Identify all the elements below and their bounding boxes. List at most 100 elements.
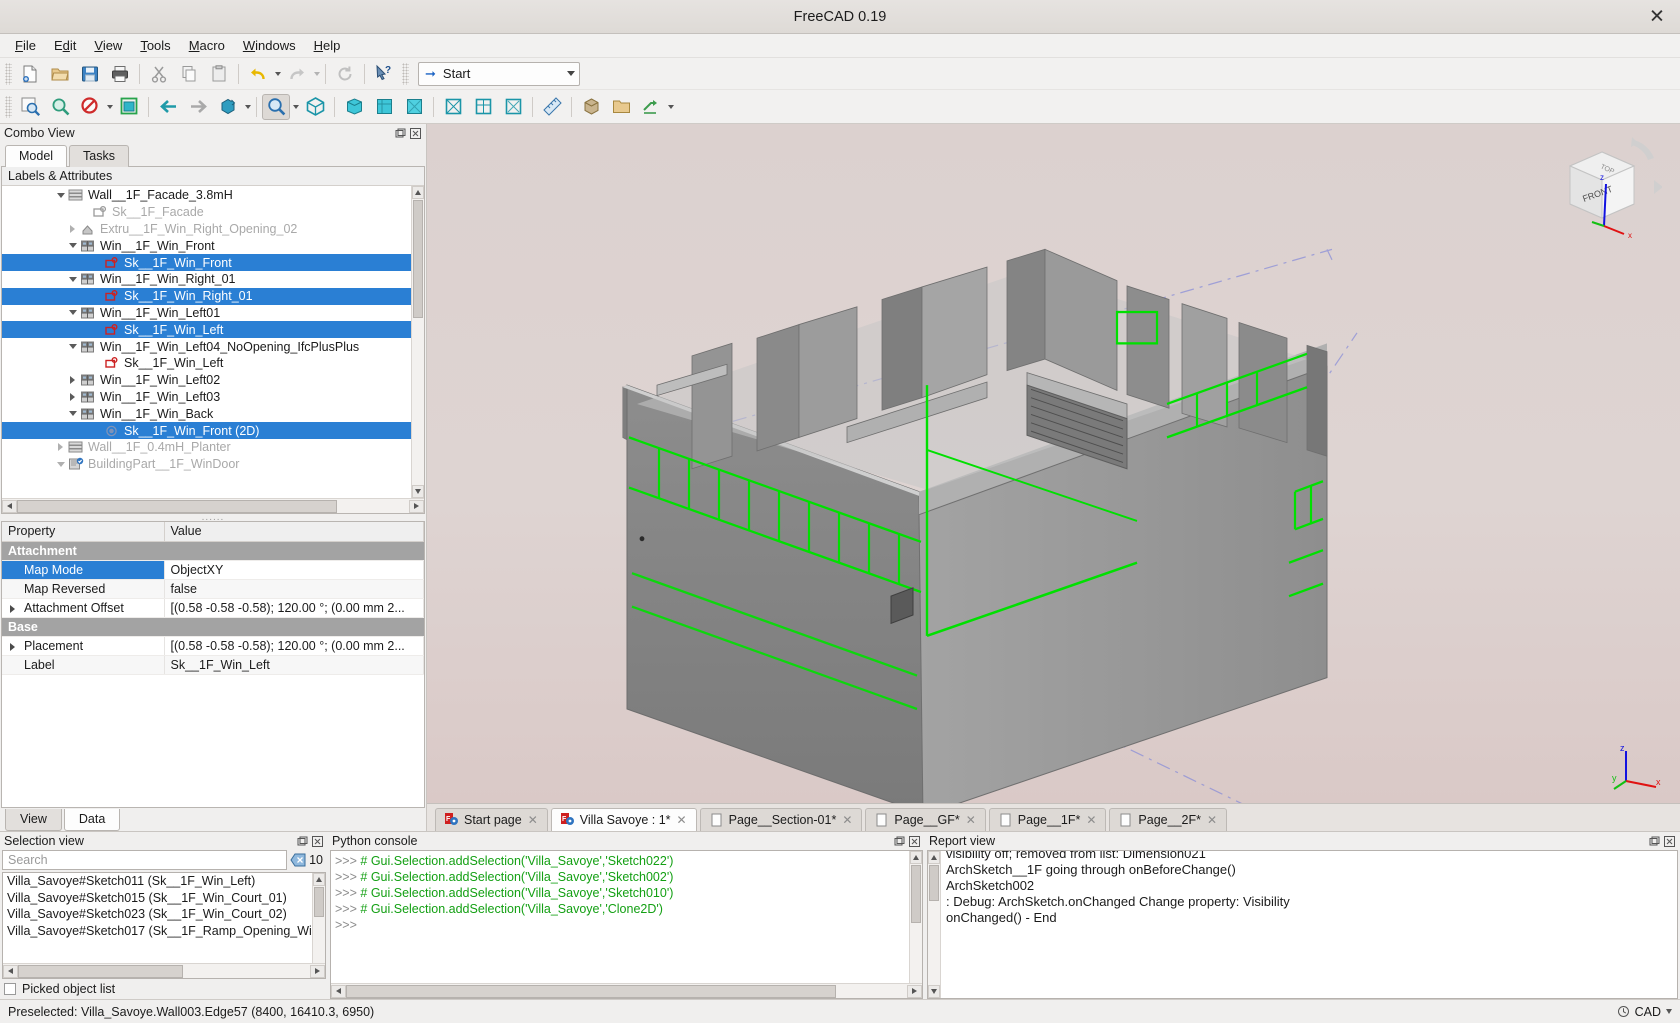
forward-arrow-icon[interactable] bbox=[184, 94, 212, 120]
tree-item[interactable]: Sk__1F_Win_Left bbox=[2, 355, 424, 372]
left-view-icon[interactable] bbox=[499, 94, 527, 120]
tree-item[interactable]: Win__1F_Win_Left04_NoOpening_IfcPlusPlus bbox=[2, 338, 424, 355]
document-tab[interactable]: Page__1F* ✕ bbox=[988, 808, 1107, 831]
tree-item[interactable]: Sk__1F_Facade bbox=[2, 204, 424, 221]
top-view-icon[interactable] bbox=[370, 94, 398, 120]
property-row[interactable]: Map Mode ObjectXY bbox=[2, 560, 424, 580]
tree-vertical-scrollbar[interactable] bbox=[411, 186, 424, 498]
measure-icon[interactable] bbox=[538, 94, 566, 120]
redo-dropdown-caret[interactable] bbox=[312, 61, 321, 87]
close-tab-icon[interactable]: ✕ bbox=[1086, 813, 1096, 827]
document-tab[interactable]: F Start page ✕ bbox=[435, 808, 548, 831]
property-expand-icon[interactable] bbox=[10, 642, 15, 651]
tree-horizontal-scrollbar[interactable] bbox=[2, 498, 424, 513]
tree-twisty-down-icon[interactable] bbox=[66, 411, 79, 416]
python-scroll-right-icon[interactable] bbox=[907, 984, 922, 998]
tree-item[interactable]: Sk__1F_Win_Front (2D) bbox=[2, 422, 424, 439]
selection-search-input[interactable]: Search bbox=[2, 850, 288, 870]
tree-twisty-down-icon[interactable] bbox=[66, 277, 79, 282]
tree-item[interactable]: Wall__1F_Facade_3.8mH bbox=[2, 187, 424, 204]
close-tab-icon[interactable]: ✕ bbox=[1207, 813, 1217, 827]
property-value-cell[interactable]: [(0.58 -0.58 -0.58); 120.00 °; (0.00 mm … bbox=[164, 598, 424, 618]
python-scroll-up-icon[interactable] bbox=[910, 851, 922, 864]
3d-canvas[interactable]: FRONT TOP z x z x y bbox=[427, 124, 1680, 803]
save-document-icon[interactable] bbox=[76, 61, 104, 87]
property-row[interactable]: Attachment Offset [(0.58 -0.58 -0.58); 12… bbox=[2, 598, 424, 618]
close-tab-icon[interactable]: ✕ bbox=[677, 813, 687, 827]
tab-tasks[interactable]: Tasks bbox=[69, 145, 129, 167]
picked-object-list-row[interactable]: Picked object list bbox=[0, 979, 328, 999]
selection-list-item[interactable]: Villa_Savoye#Sketch017 (Sk__1F_Ramp_Open… bbox=[3, 924, 325, 941]
selection-scroll-left-icon[interactable] bbox=[3, 964, 18, 978]
property-row[interactable]: Map Reversed false bbox=[2, 579, 424, 599]
report-vertical-scrollbar[interactable] bbox=[928, 851, 941, 998]
tree-scroll-up-icon[interactable] bbox=[412, 186, 424, 199]
menu-file[interactable]: File bbox=[6, 36, 45, 55]
zoom-box-caret[interactable] bbox=[291, 94, 300, 120]
tab-view[interactable]: View bbox=[5, 809, 62, 831]
tree-twisty-right-icon[interactable] bbox=[66, 393, 79, 401]
tree-item[interactable]: Win__1F_Win_Left03 bbox=[2, 389, 424, 406]
tree-item[interactable]: Extru__1F_Win_Right_Opening_02 bbox=[2, 221, 424, 238]
tree-twisty-right-icon[interactable] bbox=[54, 443, 67, 451]
float-panel-icon[interactable] bbox=[394, 127, 407, 140]
python-console-output[interactable]: >>> # Gui.Selection.addSelection('Villa_… bbox=[330, 850, 923, 999]
workbench-selector[interactable]: ➞ Start bbox=[418, 61, 580, 86]
property-row[interactable]: Placement [(0.58 -0.58 -0.58); 120.00 °; … bbox=[2, 636, 424, 656]
undo-icon[interactable] bbox=[244, 61, 272, 87]
close-tab-icon[interactable]: ✕ bbox=[842, 813, 852, 827]
python-scroll-left-icon[interactable] bbox=[331, 984, 346, 998]
menu-view[interactable]: View bbox=[85, 36, 131, 55]
tree-twisty-right-icon[interactable] bbox=[66, 376, 79, 384]
navigation-cube[interactable]: FRONT TOP z x bbox=[1542, 134, 1663, 249]
front-view-icon[interactable] bbox=[340, 94, 368, 120]
open-document-icon[interactable] bbox=[46, 61, 74, 87]
tree-item[interactable]: Win__1F_Win_Back bbox=[2, 405, 424, 422]
tree-scroll-left-icon[interactable] bbox=[2, 499, 17, 513]
paste-icon[interactable] bbox=[205, 61, 233, 87]
python-horizontal-scrollbar[interactable] bbox=[331, 983, 922, 998]
selection-view-float-icon[interactable] bbox=[296, 835, 309, 848]
isometric-caret[interactable] bbox=[243, 94, 252, 120]
document-tab[interactable]: Page__GF* ✕ bbox=[865, 808, 986, 831]
tree-item[interactable]: Win__1F_Win_Left02 bbox=[2, 372, 424, 389]
selection-view-close-icon[interactable] bbox=[311, 835, 324, 848]
rear-view-icon[interactable] bbox=[439, 94, 467, 120]
isometric-view-icon[interactable] bbox=[214, 94, 242, 120]
tree-item[interactable]: Sk__1F_Win_Right_01 bbox=[2, 287, 424, 305]
tree-item[interactable]: Win__1F_Win_Left01 bbox=[2, 305, 424, 322]
menu-tools[interactable]: Tools bbox=[131, 36, 179, 55]
view-toolbar-grip[interactable] bbox=[5, 95, 12, 118]
dock-splitter[interactable] bbox=[0, 514, 426, 521]
tree-item[interactable]: Win__1F_Win_Front bbox=[2, 237, 424, 254]
selection-list-item[interactable]: Villa_Savoye#Sketch011 (Sk__1F_Win_Left) bbox=[3, 874, 325, 891]
tab-data[interactable]: Data bbox=[63, 809, 121, 831]
link-caret[interactable] bbox=[666, 94, 675, 120]
new-document-icon[interactable] bbox=[16, 61, 44, 87]
python-console-float-icon[interactable] bbox=[893, 835, 906, 848]
property-row[interactable]: Label Sk__1F_Win_Left bbox=[2, 655, 424, 675]
selection-list[interactable]: Villa_Savoye#Sketch011 (Sk__1F_Win_Left)… bbox=[2, 872, 326, 979]
report-scroll-up-icon[interactable] bbox=[928, 851, 940, 864]
print-icon[interactable] bbox=[106, 61, 134, 87]
zoom-box-icon[interactable] bbox=[262, 93, 290, 120]
folder-group-icon[interactable] bbox=[607, 94, 635, 120]
clear-search-icon[interactable] bbox=[289, 851, 306, 869]
whats-this-icon[interactable]: ? bbox=[370, 61, 398, 87]
selection-scroll-right-icon[interactable] bbox=[310, 964, 325, 978]
document-tab[interactable]: F Villa Savoye : 1* ✕ bbox=[550, 808, 697, 831]
draw-style-caret[interactable] bbox=[105, 94, 114, 120]
report-scroll-down-icon[interactable] bbox=[928, 985, 940, 998]
property-expand-icon[interactable] bbox=[10, 604, 15, 613]
python-console-close-icon[interactable] bbox=[908, 835, 921, 848]
menu-help[interactable]: Help bbox=[305, 36, 350, 55]
tree-item[interactable]: Wall__1F_0.4mH_Planter bbox=[2, 439, 424, 456]
right-view-icon[interactable] bbox=[400, 94, 428, 120]
property-value-cell[interactable]: [(0.58 -0.58 -0.58); 120.00 °; (0.00 mm … bbox=[164, 636, 424, 656]
close-panel-icon[interactable] bbox=[409, 127, 422, 140]
window-close-button[interactable]: ✕ bbox=[1646, 7, 1668, 26]
back-arrow-icon[interactable] bbox=[154, 94, 182, 120]
picked-object-list-checkbox[interactable] bbox=[4, 983, 16, 995]
draw-style-icon[interactable] bbox=[76, 94, 104, 120]
report-view-output[interactable]: visibility off; removed from list: Dimen… bbox=[927, 850, 1678, 999]
